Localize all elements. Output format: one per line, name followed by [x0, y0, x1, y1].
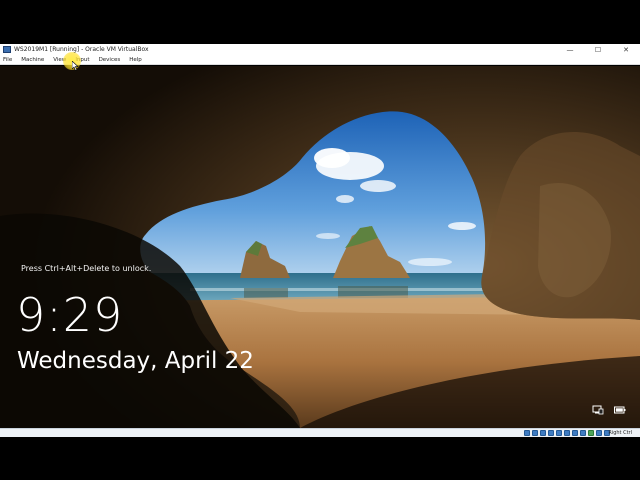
minimize-button[interactable]: —: [556, 44, 584, 55]
maximize-button[interactable]: ☐: [584, 44, 612, 55]
display-icon[interactable]: [572, 430, 578, 436]
menu-file[interactable]: File: [0, 55, 17, 65]
window-controls: — ☐ ✕: [556, 44, 640, 55]
lockscreen-time: 9:29: [16, 288, 124, 342]
window-title: WS2019M1 [Running] - Oracle VM VirtualBo…: [14, 46, 149, 53]
window-titlebar[interactable]: WS2019M1 [Running] - Oracle VM VirtualBo…: [0, 44, 640, 55]
close-button[interactable]: ✕: [612, 44, 640, 55]
virtualbox-icon: [3, 46, 11, 53]
shared-folders-icon[interactable]: [564, 430, 570, 436]
menu-machine[interactable]: Machine: [17, 55, 49, 65]
audio-icon[interactable]: [540, 430, 546, 436]
menu-bar: File Machine View Input Devices Help: [0, 55, 640, 65]
battery-icon[interactable]: [614, 406, 626, 414]
vm-statusbar: Right Ctrl: [0, 428, 640, 437]
network-icon[interactable]: [592, 405, 604, 415]
hard-disk-icon[interactable]: [524, 430, 530, 436]
optical-drive-icon[interactable]: [532, 430, 538, 436]
unlock-prompt: Press Ctrl+Alt+Delete to unlock.: [21, 264, 152, 273]
menu-help[interactable]: Help: [125, 55, 147, 65]
status-icons: [524, 430, 610, 436]
lockscreen-date: Wednesday, April 22: [17, 348, 254, 374]
menu-devices[interactable]: Devices: [94, 55, 125, 65]
video-capture-icon[interactable]: [580, 430, 586, 436]
cpu-activity-icon: [588, 430, 594, 436]
host-key-label: Right Ctrl: [608, 430, 632, 436]
network-adapter-icon[interactable]: [548, 430, 554, 436]
mouse-integration-icon[interactable]: [596, 430, 602, 436]
usb-icon[interactable]: [556, 430, 562, 436]
mouse-pointer-icon: [72, 61, 79, 71]
vm-display[interactable]: Press Ctrl+Alt+Delete to unlock. 9:29 We…: [0, 66, 640, 428]
